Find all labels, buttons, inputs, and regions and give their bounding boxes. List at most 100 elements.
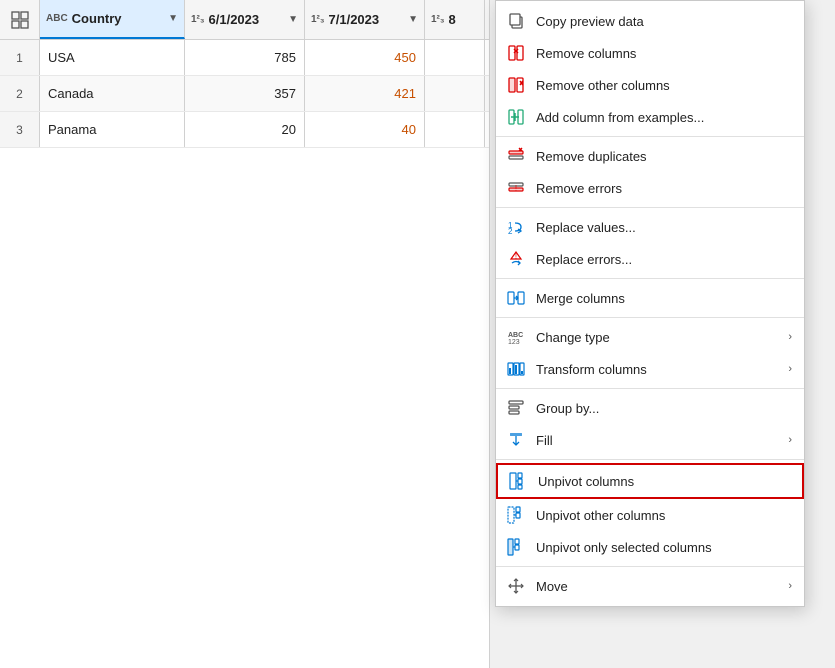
col-header-date2[interactable]: 1²₃ 7/1/2023 ▼	[305, 0, 425, 39]
transform-icon	[506, 359, 526, 379]
row-num-3: 3	[0, 112, 40, 147]
date1-col-dropdown-icon[interactable]: ▼	[288, 14, 298, 25]
menu-divider	[496, 459, 804, 460]
menu-item-label-remove-errors: Remove errors	[536, 181, 792, 196]
menu-item-arrow-transform-columns: ›	[788, 363, 792, 375]
menu-item-add-column-examples[interactable]: Add column from examples...	[496, 101, 804, 133]
menu-item-arrow-move: ›	[788, 580, 792, 592]
menu-divider	[496, 317, 804, 318]
menu-item-label-remove-other-columns: Remove other columns	[536, 78, 792, 93]
replace-err-icon: !	[506, 249, 526, 269]
menu-item-label-unpivot-only-selected: Unpivot only selected columns	[536, 540, 792, 555]
menu-item-label-group-by: Group by...	[536, 401, 792, 416]
remove-dup-icon	[506, 146, 526, 166]
cell-val3-2	[425, 76, 485, 111]
cell-val1-3: 20	[185, 112, 305, 147]
menu-item-copy-preview[interactable]: Copy preview data	[496, 5, 804, 37]
row-num-1: 1	[0, 40, 40, 75]
merge-icon	[506, 288, 526, 308]
svg-text:ABC: ABC	[508, 332, 523, 339]
remove-other-icon	[506, 75, 526, 95]
unpivot-selected-icon	[506, 537, 526, 557]
table-body: 1 USA 785 450 2 Canada 357 421 3 Panama …	[0, 40, 489, 148]
date1-col-label: 6/1/2023	[209, 12, 283, 27]
cell-val2-2: 421	[305, 76, 425, 111]
move-icon	[506, 576, 526, 596]
menu-item-label-merge-columns: Merge columns	[536, 291, 792, 306]
cell-country-1: USA	[40, 40, 185, 75]
menu-item-label-fill: Fill	[536, 433, 778, 448]
menu-item-move[interactable]: Move ›	[496, 570, 804, 602]
replace-icon: 12	[506, 217, 526, 237]
menu-item-group-by[interactable]: Group by...	[496, 392, 804, 424]
svg-text:!: !	[515, 254, 517, 261]
date2-col-label: 7/1/2023	[329, 12, 403, 27]
row-number-header	[0, 0, 40, 39]
menu-item-label-unpivot-columns: Unpivot columns	[538, 474, 790, 489]
menu-item-remove-errors[interactable]: ! Remove errors	[496, 172, 804, 204]
svg-text:123: 123	[508, 339, 520, 346]
menu-item-label-replace-values: Replace values...	[536, 220, 792, 235]
menu-item-label-add-column-examples: Add column from examples...	[536, 110, 792, 125]
table-row: 3 Panama 20 40	[0, 112, 489, 148]
date2-type-icon: 1²₃	[311, 14, 325, 25]
cell-country-3: Panama	[40, 112, 185, 147]
svg-text:2: 2	[508, 227, 513, 236]
fill-icon	[506, 430, 526, 450]
menu-item-label-replace-errors: Replace errors...	[536, 252, 792, 267]
group-icon	[506, 398, 526, 418]
menu-item-replace-errors[interactable]: ! Replace errors...	[496, 243, 804, 275]
menu-divider	[496, 136, 804, 137]
menu-item-label-remove-columns: Remove columns	[536, 46, 792, 61]
menu-item-unpivot-columns[interactable]: Unpivot columns	[496, 463, 804, 499]
menu-item-remove-other-columns[interactable]: Remove other columns	[496, 69, 804, 101]
grid-icon	[11, 11, 29, 29]
menu-divider	[496, 566, 804, 567]
menu-item-label-remove-duplicates: Remove duplicates	[536, 149, 792, 164]
table-row: 1 USA 785 450	[0, 40, 489, 76]
menu-item-arrow-change-type: ›	[788, 331, 792, 343]
context-menu: Copy preview data Remove columns Remove ot…	[495, 0, 805, 607]
add-col-icon	[506, 107, 526, 127]
table-row: 2 Canada 357 421	[0, 76, 489, 112]
cell-val1-2: 357	[185, 76, 305, 111]
data-table: ABC Country ▼ 1²₃ 6/1/2023 ▼ 1²₃ 7/1/202…	[0, 0, 490, 668]
menu-divider	[496, 207, 804, 208]
svg-text:!: !	[515, 184, 517, 193]
menu-item-label-move: Move	[536, 579, 778, 594]
menu-item-remove-columns[interactable]: Remove columns	[496, 37, 804, 69]
country-type-icon: ABC	[46, 13, 68, 24]
change-type-icon: ABC123	[506, 327, 526, 347]
menu-item-arrow-fill: ›	[788, 434, 792, 446]
menu-item-change-type[interactable]: ABC123Change type›	[496, 321, 804, 353]
cell-val2-1: 450	[305, 40, 425, 75]
cell-val3-1	[425, 40, 485, 75]
menu-item-transform-columns[interactable]: Transform columns ›	[496, 353, 804, 385]
date2-col-dropdown-icon[interactable]: ▼	[408, 14, 418, 25]
unpivot-icon	[508, 471, 528, 491]
menu-item-unpivot-only-selected[interactable]: Unpivot only selected columns	[496, 531, 804, 563]
cell-val1-1: 785	[185, 40, 305, 75]
col-header-date3[interactable]: 1²₃ 8	[425, 0, 485, 39]
copy-icon	[506, 11, 526, 31]
menu-item-fill[interactable]: Fill ›	[496, 424, 804, 456]
unpivot-other-icon	[506, 505, 526, 525]
menu-item-replace-values[interactable]: 12 Replace values...	[496, 211, 804, 243]
cell-country-2: Canada	[40, 76, 185, 111]
date3-type-icon: 1²₃	[431, 14, 445, 25]
col-header-country[interactable]: ABC Country ▼	[40, 0, 185, 39]
menu-item-merge-columns[interactable]: Merge columns	[496, 282, 804, 314]
menu-item-label-transform-columns: Transform columns	[536, 362, 778, 377]
date1-type-icon: 1²₃	[191, 14, 205, 25]
menu-item-unpivot-other-columns[interactable]: Unpivot other columns	[496, 499, 804, 531]
table-header: ABC Country ▼ 1²₃ 6/1/2023 ▼ 1²₃ 7/1/202…	[0, 0, 489, 40]
menu-divider	[496, 278, 804, 279]
remove-col-icon	[506, 43, 526, 63]
country-col-dropdown-icon[interactable]: ▼	[168, 13, 178, 24]
col-header-date1[interactable]: 1²₃ 6/1/2023 ▼	[185, 0, 305, 39]
remove-err-icon: !	[506, 178, 526, 198]
cell-val3-3	[425, 112, 485, 147]
menu-item-remove-duplicates[interactable]: Remove duplicates	[496, 140, 804, 172]
menu-item-label-copy-preview: Copy preview data	[536, 14, 792, 29]
menu-divider	[496, 388, 804, 389]
